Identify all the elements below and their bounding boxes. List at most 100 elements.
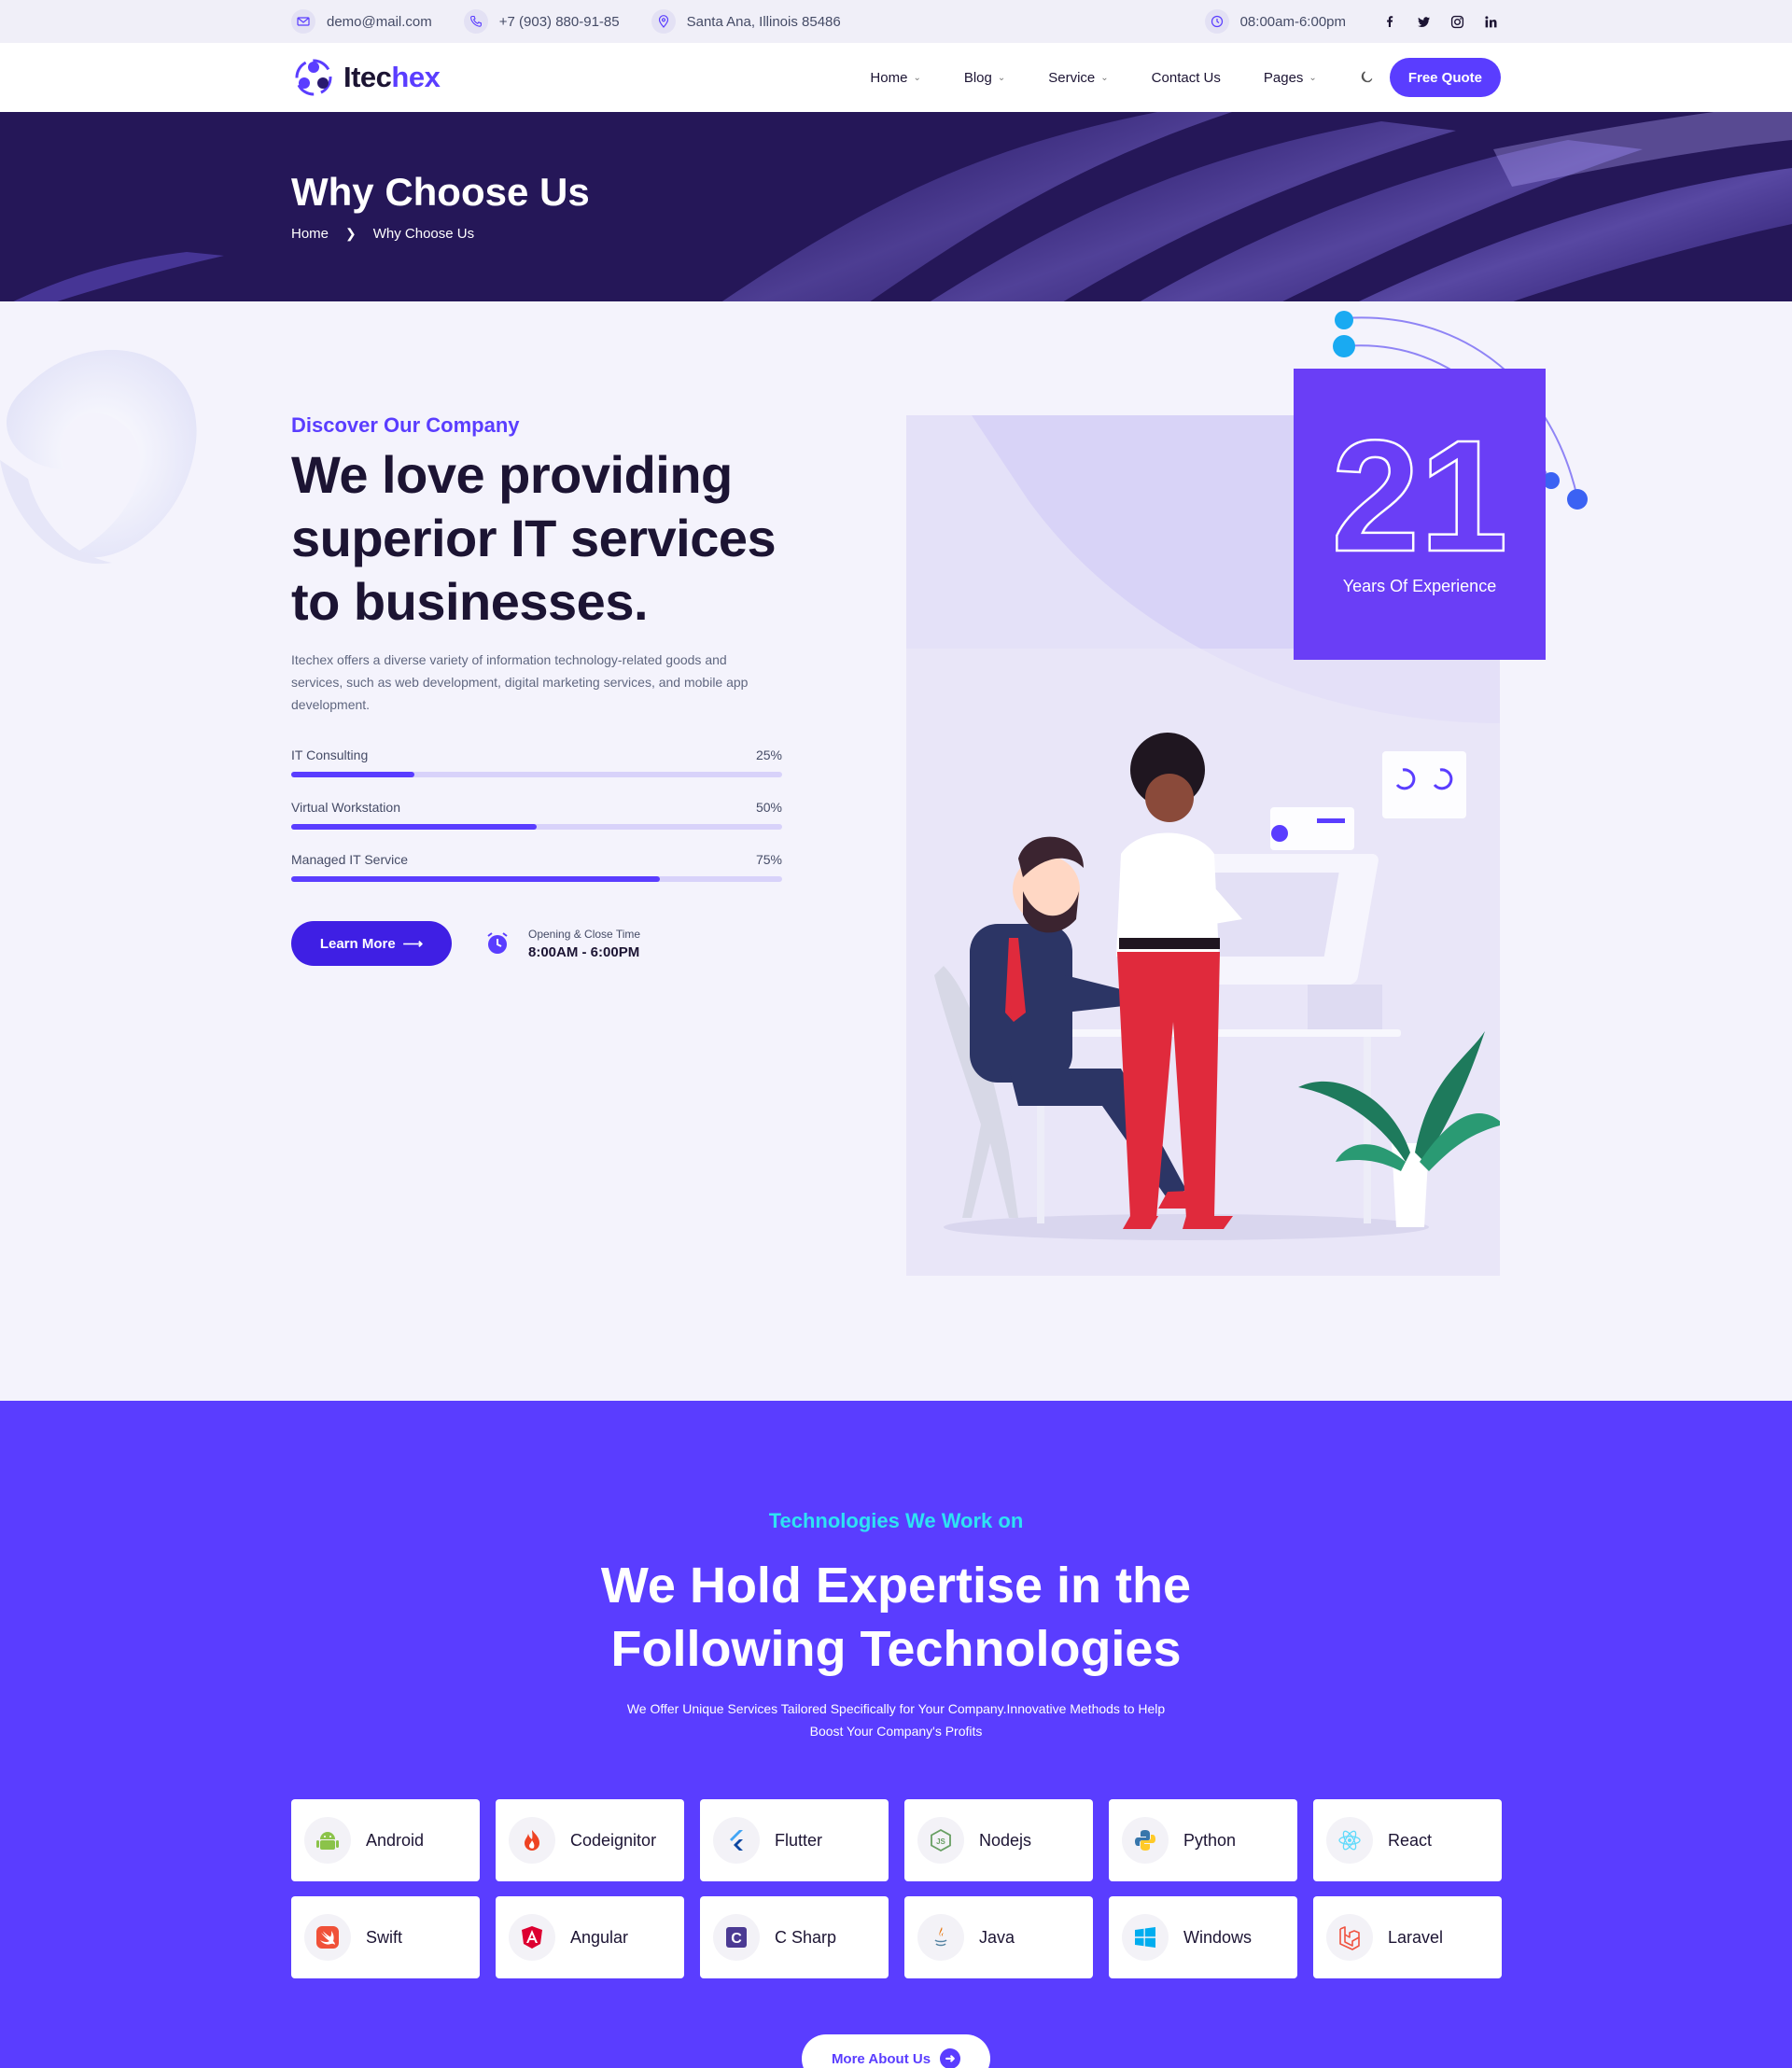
react-icon (1326, 1817, 1373, 1864)
tech-tile-angular[interactable]: Angular (496, 1896, 684, 1978)
social-links (1366, 11, 1501, 32)
site-logo[interactable]: Itechex (291, 55, 441, 100)
breadcrumb-current: Why Choose Us (372, 226, 475, 242)
arrow-right-icon: ⟶ (402, 936, 424, 952)
address-text: Santa Ana, Illinois 85486 (686, 13, 841, 30)
breadcrumb: Home ❯ Why Choose Us (291, 226, 474, 242)
tech-name: React (1388, 1830, 1433, 1850)
tech-tile-swift[interactable]: Swift (291, 1896, 480, 1978)
page-title: Why Choose Us (291, 170, 590, 214)
free-quote-button[interactable]: Free Quote (1389, 58, 1501, 97)
tech-headline: We Hold Expertise in the Following Techn… (0, 1554, 1792, 1681)
clock-icon (1204, 9, 1229, 34)
address-contact: Santa Ana, Illinois 85486 (651, 9, 841, 34)
angular-icon (509, 1914, 555, 1961)
hours-text: 08:00am-6:00pm (1239, 13, 1346, 30)
opening-hours-value: 8:00AM - 6:00PM (528, 943, 640, 960)
tech-kicker: Technologies We Work on (768, 1509, 1024, 1532)
logo-text: Itechex (343, 61, 441, 94)
skill-bars: IT Consulting 25% Virtual Workstation 50% … (291, 748, 782, 904)
instagram-icon[interactable] (1447, 11, 1467, 32)
tech-tile-laravel[interactable]: Laravel (1313, 1896, 1502, 1978)
tech-tile-codeigniter[interactable]: Codeignitor (496, 1799, 684, 1881)
tech-name: Java (979, 1927, 1015, 1947)
tech-tile-android[interactable]: Android (291, 1799, 480, 1881)
progress-fill (291, 824, 537, 830)
tech-tile-flutter[interactable]: Flutter (700, 1799, 889, 1881)
linkedin-icon[interactable] (1480, 11, 1501, 32)
phone-contact[interactable]: +7 (903) 880-91-85 (463, 9, 620, 34)
tech-name: Windows (1183, 1927, 1253, 1947)
skill-label: IT Consulting (291, 748, 369, 762)
more-about-us-button[interactable]: More About Us ➜ (802, 2034, 990, 2068)
phone-icon (463, 9, 488, 34)
chevron-down-icon: ⌄ (913, 72, 921, 83)
tech-tile-windows[interactable]: Windows (1109, 1896, 1297, 1978)
phone-text: +7 (903) 880-91-85 (498, 13, 620, 30)
breadcrumb-home-link[interactable]: Home (291, 226, 329, 242)
progress-track (291, 772, 782, 777)
tech-name: Nodejs (979, 1830, 1032, 1850)
tech-name: Codeignitor (570, 1830, 657, 1850)
tech-name: Swift (366, 1927, 403, 1947)
tech-headline-line1: We Hold Expertise in the (600, 1558, 1192, 1614)
tech-tile-nodejs[interactable]: JS Nodejs (904, 1799, 1093, 1881)
windows-icon (1122, 1914, 1169, 1961)
swirl-decoration (0, 349, 197, 565)
arrow-right-icon: ➜ (940, 2048, 961, 2068)
nav-menu: Home ⌄ Blog ⌄ Service ⌄ Contact Us Pages ⌄ F… (827, 58, 1501, 97)
opening-hours-label: Opening & Close Time (528, 927, 641, 941)
nodejs-icon: JS (917, 1817, 964, 1864)
experience-number-text: 21 (1331, 425, 1507, 565)
swift-icon (304, 1914, 351, 1961)
tech-tile-python[interactable]: Python (1109, 1799, 1297, 1881)
skill-bar: IT Consulting 25% (291, 748, 782, 777)
progress-fill (291, 772, 414, 777)
python-icon (1122, 1817, 1169, 1864)
tech-tile-react[interactable]: React (1313, 1799, 1502, 1881)
chevron-down-icon: ⌄ (1100, 72, 1109, 83)
section-description: Itechex offers a diverse variety of info… (291, 652, 749, 712)
flutter-icon (713, 1817, 760, 1864)
tech-name: Laravel (1388, 1927, 1444, 1947)
nav-item-label: Service (1048, 69, 1096, 86)
email-contact[interactable]: demo@mail.com (291, 9, 432, 34)
experience-number: 21 (1330, 407, 1509, 587)
tech-tile-java[interactable]: Java (904, 1896, 1093, 1978)
nav-item-contact[interactable]: Contact Us (1152, 70, 1221, 86)
top-info-bar: demo@mail.com +7 (903) 880-91-85 Santa A… (0, 0, 1792, 43)
tech-headline-line2: Following Technologies (610, 1621, 1182, 1677)
about-actions: Learn More ⟶ Opening & Close Time 8:00AM … (291, 921, 640, 966)
hours-info: 08:00am-6:00pm (1204, 9, 1346, 34)
hero-wave-decoration (721, 112, 1792, 301)
main-navigation: Itechex Home ⌄ Blog ⌄ Service ⌄ Contact Us … (0, 43, 1792, 112)
location-pin-icon (651, 9, 676, 34)
logo-mark-icon (295, 59, 332, 96)
svg-text:JS: JS (936, 1837, 945, 1846)
tech-name: C Sharp (775, 1927, 837, 1947)
nav-item-blog[interactable]: Blog ⌄ (964, 70, 1005, 86)
skill-label: Managed IT Service (291, 852, 409, 867)
android-icon (304, 1817, 351, 1864)
tech-tile-csharp[interactable]: C C Sharp (700, 1896, 889, 1978)
skill-bar: Managed IT Service 75% (291, 852, 782, 882)
experience-label: Years Of Experience (1342, 577, 1497, 595)
learn-more-label: Learn More (319, 935, 396, 952)
nav-item-pages[interactable]: Pages ⌄ (1264, 70, 1317, 86)
technology-grid: Android Codeignitor Flutter JS Nodejs Py… (291, 1799, 1502, 1978)
mail-icon (291, 9, 315, 34)
facebook-icon[interactable] (1379, 11, 1400, 32)
progress-track (291, 876, 782, 882)
more-about-us-label: More About Us (831, 2050, 931, 2067)
opening-hours: Opening & Close Time 8:00AM - 6:00PM (528, 928, 640, 960)
dark-mode-toggle-icon[interactable] (1356, 67, 1377, 88)
logo-text-main: Itec (343, 61, 392, 93)
nav-item-label: Contact Us (1151, 69, 1221, 86)
alarm-clock-icon (487, 932, 508, 954)
twitter-icon[interactable] (1413, 11, 1434, 32)
nav-item-service[interactable]: Service ⌄ (1048, 70, 1108, 86)
learn-more-button[interactable]: Learn More ⟶ (291, 921, 452, 966)
tech-name: Python (1183, 1830, 1237, 1850)
nav-item-home[interactable]: Home ⌄ (870, 70, 920, 86)
laravel-icon (1326, 1914, 1373, 1961)
